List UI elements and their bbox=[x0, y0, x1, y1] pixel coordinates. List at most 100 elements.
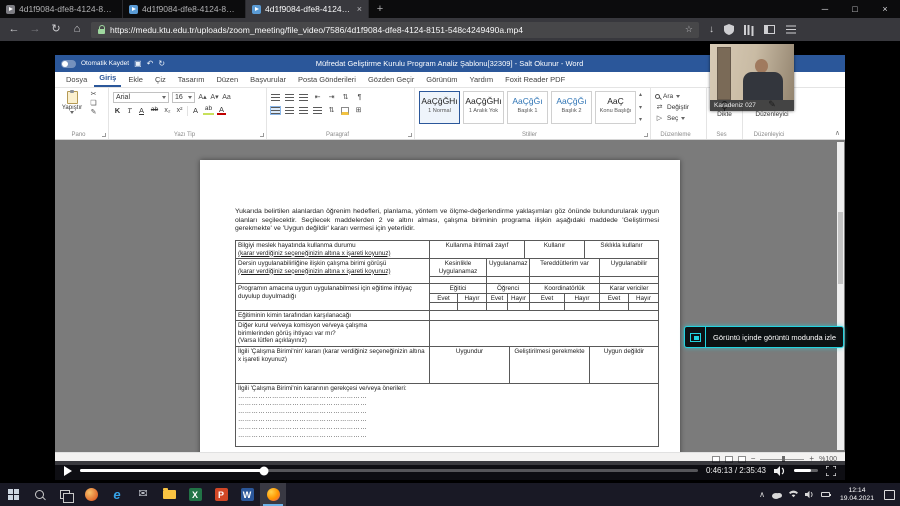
table-cell: Sıklıkla kullanır bbox=[585, 241, 658, 258]
downloads-icon[interactable]: ↓ bbox=[709, 25, 714, 35]
style-name: 1 Normal bbox=[420, 108, 459, 114]
browser-tab-1[interactable]: 4d1f9084-dfe8-4124-8151-548c... bbox=[0, 0, 123, 18]
participant-name: Karadeniz 027 bbox=[710, 100, 794, 111]
replace-icon: ⇄ bbox=[655, 104, 664, 111]
style-preview: AaÇğĞHı bbox=[420, 94, 459, 108]
window-maximize-button[interactable]: □ bbox=[840, 0, 870, 18]
url-bar[interactable]: https://medu.ktu.edu.tr/uploads/zoom_mee… bbox=[91, 22, 699, 38]
style-no-spacing: AaÇğĞHı 1 Aralık Yok bbox=[463, 91, 504, 124]
ribbon-group-clipboard: Yapıştır ✂ ❏ ✎ Pano bbox=[55, 88, 109, 139]
taskbar-app-word[interactable]: W bbox=[234, 483, 260, 506]
italic-button: T bbox=[125, 107, 134, 115]
forward-icon[interactable]: → bbox=[28, 24, 42, 35]
pip-toggle-button[interactable]: Görüntü içinde görüntü modunda izle bbox=[684, 326, 844, 348]
menu-icon[interactable] bbox=[786, 29, 796, 31]
clock-time: 12:14 bbox=[840, 487, 874, 495]
volume-slider[interactable] bbox=[794, 469, 818, 472]
cell-text: İlgili 'Çalışma Birimi'nin kararının ger… bbox=[238, 385, 656, 393]
desktop: 4d1f9084-dfe8-4124-8151-548c... 4d1f9084… bbox=[0, 0, 900, 506]
group-label-paragraph: Paragraf bbox=[267, 132, 408, 138]
table-cell: Evet bbox=[600, 294, 629, 302]
group-label-clipboard: Pano bbox=[55, 132, 102, 138]
window-minimize-button[interactable]: ─ bbox=[810, 0, 840, 18]
table-cell: Tereddütlerim var bbox=[530, 259, 600, 277]
document-table: Bilgiyi meslek hayatında kullanma durumu… bbox=[235, 240, 659, 447]
select-label: Seç bbox=[667, 115, 678, 122]
onedrive-icon[interactable] bbox=[772, 491, 782, 499]
fullscreen-icon[interactable] bbox=[826, 466, 836, 476]
video-player[interactable]: Otomatik Kaydet ▣ ↶ ↻ Müfredat Geliştirm… bbox=[0, 41, 900, 483]
caret-icon bbox=[681, 117, 685, 120]
table-row: Eğitiminin kimin tarafından karşılanacağ… bbox=[236, 311, 658, 321]
home-icon[interactable]: ⌂ bbox=[70, 24, 84, 35]
dotted-line: …………………………………………………………………………………………………………… bbox=[238, 432, 366, 440]
increase-indent-icon: ⇥ bbox=[327, 94, 336, 101]
ribbon-tab-ciz: Çiz bbox=[150, 73, 171, 87]
battery-icon[interactable] bbox=[821, 492, 830, 497]
tab-favicon bbox=[129, 5, 138, 14]
play-button[interactable] bbox=[64, 466, 72, 476]
ribbon-tab-duzen: Düzen bbox=[211, 73, 243, 87]
volume-icon[interactable] bbox=[774, 466, 786, 476]
wifi-icon[interactable] bbox=[789, 490, 798, 499]
speaker-icon[interactable] bbox=[805, 490, 814, 499]
action-center-icon[interactable] bbox=[884, 490, 895, 500]
sort-icon: ⇅ bbox=[341, 94, 350, 101]
table-cell bbox=[430, 321, 658, 346]
font-name: Arial bbox=[116, 94, 130, 101]
line-spacing-icon: ⇅ bbox=[327, 107, 336, 114]
document-page: Yukarıda belirtilen alanlardan öğrenim h… bbox=[200, 160, 680, 452]
shield-icon[interactable] bbox=[724, 24, 734, 35]
taskbar-app-explorer[interactable] bbox=[156, 483, 182, 506]
tab-favicon bbox=[6, 5, 15, 14]
table-cell: Evet bbox=[530, 294, 565, 302]
format-painter-icon: ✎ bbox=[89, 109, 98, 116]
sidebar-icon[interactable] bbox=[764, 25, 775, 34]
taskbar-app-firefox-active[interactable] bbox=[260, 483, 286, 506]
video-progress-bar[interactable] bbox=[80, 469, 698, 472]
library-icon[interactable] bbox=[744, 25, 746, 35]
edge-icon: e bbox=[113, 488, 120, 501]
bookmark-star-icon[interactable]: ☆ bbox=[685, 24, 693, 35]
style-preview: AaÇğĞHı bbox=[464, 94, 503, 108]
progress-thumb[interactable] bbox=[259, 466, 268, 475]
reload-icon[interactable]: ↻ bbox=[49, 24, 63, 35]
dictate-label: Dikte bbox=[717, 111, 732, 118]
taskbar-app-excel[interactable]: X bbox=[182, 483, 208, 506]
table-cell bbox=[530, 303, 565, 310]
ribbon-tab-ekle: Ekle bbox=[123, 73, 148, 87]
taskbar-app-chrome[interactable] bbox=[78, 483, 104, 506]
back-icon[interactable]: ← bbox=[7, 24, 21, 35]
cell-text: Bilgiyi meslek hayatında kullanma durumu bbox=[238, 242, 427, 250]
borders-icon: ⊞ bbox=[354, 107, 363, 114]
cell-text: birimlerinden görüş ihtiyacı var mı? bbox=[238, 330, 427, 338]
table-cell: Uygulanamaz bbox=[487, 259, 530, 277]
autosave-toggle bbox=[61, 60, 76, 68]
style-preview: AaÇ bbox=[596, 94, 635, 108]
start-button[interactable] bbox=[0, 483, 26, 506]
replace-label: Değiştir bbox=[667, 104, 689, 111]
browser-tab-2[interactable]: 4d1f9084-dfe8-4124-8151-548c... bbox=[123, 0, 246, 18]
ribbon-tab-gozden: Gözden Geçir bbox=[363, 73, 419, 87]
divider bbox=[187, 106, 188, 116]
taskbar-app-powerpoint[interactable]: P bbox=[208, 483, 234, 506]
table-cell: Geliştirilmesi gerekmekte bbox=[510, 347, 590, 383]
group-label-voice: Ses bbox=[707, 132, 736, 138]
highlight-color-icon: ab bbox=[203, 106, 214, 115]
window-close-button[interactable]: × bbox=[870, 0, 900, 18]
tray-chevron-icon[interactable]: ∧ bbox=[759, 491, 765, 499]
table-cell bbox=[508, 303, 530, 310]
lock-icon bbox=[97, 25, 105, 34]
taskbar-app-edge[interactable]: e bbox=[104, 483, 130, 506]
table-row: Programın amacına uygun uygulanabilmesi … bbox=[236, 284, 658, 311]
windows-logo-icon bbox=[8, 489, 19, 500]
search-button[interactable] bbox=[26, 483, 52, 506]
browser-tab-3-active[interactable]: 4d1f9084-dfe8-4124-8151-548c... × bbox=[246, 0, 369, 18]
new-tab-button[interactable]: + bbox=[369, 0, 391, 18]
taskbar-clock[interactable]: 12:14 19.04.2021 bbox=[837, 487, 877, 503]
save-icon: ▣ bbox=[134, 60, 142, 68]
table-cell: Kullanır bbox=[525, 241, 585, 258]
task-view-button[interactable] bbox=[52, 483, 78, 506]
taskbar-app-mail[interactable]: ✉ bbox=[130, 483, 156, 506]
tab-close-icon[interactable]: × bbox=[355, 4, 362, 14]
